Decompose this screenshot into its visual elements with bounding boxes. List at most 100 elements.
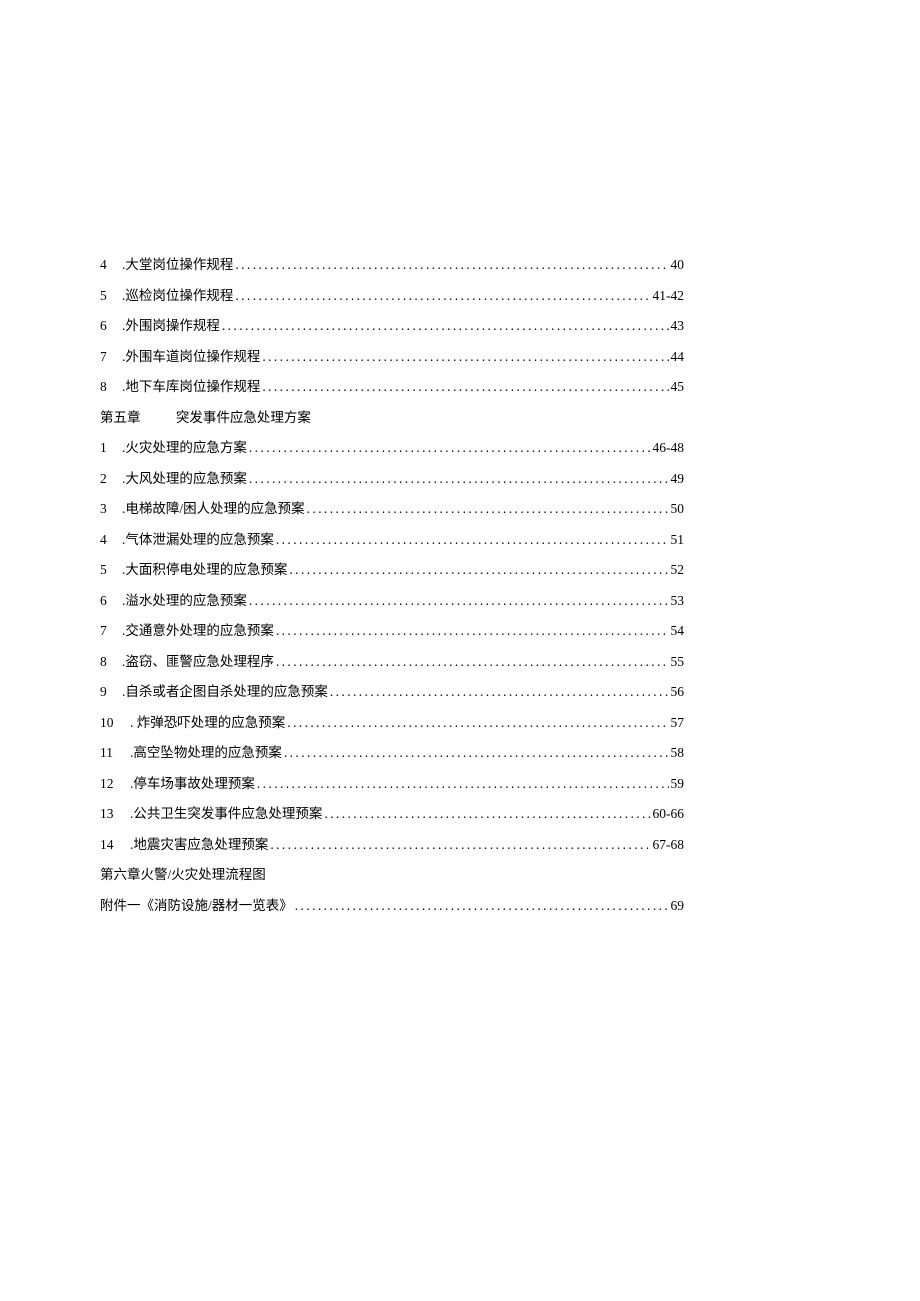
toc-page: 51 — [669, 533, 685, 547]
toc-number: 10 — [100, 716, 130, 730]
toc-page: 53 — [669, 594, 685, 608]
toc-entry: 5 .巡检岗位操作规程 41-42 — [100, 289, 684, 303]
toc-number: 4 — [100, 258, 122, 272]
toc-leader — [274, 533, 669, 547]
toc-title: .大面积停电处理的应急预案 — [122, 563, 287, 577]
toc-title: .溢水处理的应急预案 — [122, 594, 247, 608]
toc-entry: 7 .交通意外处理的应急预案 54 — [100, 624, 684, 638]
toc-page: 44 — [669, 350, 685, 364]
toc-entry: 4 .气体泄漏处理的应急预案 51 — [100, 533, 684, 547]
toc-title: .地下车库岗位操作规程 — [122, 380, 260, 394]
toc-page: 54 — [669, 624, 685, 638]
toc-number: 1 — [100, 441, 122, 455]
toc-page: 41-42 — [651, 289, 685, 303]
toc-page: 56 — [669, 685, 685, 699]
toc-number: 7 — [100, 624, 122, 638]
toc-page: 58 — [669, 746, 685, 760]
toc-leader — [328, 685, 669, 699]
toc-entry: 6 .外围岗操作规程 43 — [100, 319, 684, 333]
toc-title: .大堂岗位操作规程 — [122, 258, 233, 272]
toc-leader — [220, 319, 669, 333]
appendix-entry: 附件一《消防设施/器材一览表》 69 — [100, 899, 684, 913]
toc-leader — [322, 807, 650, 821]
toc-page: 67-68 — [651, 838, 685, 852]
toc-title: . 炸弹恐吓处理的应急预案 — [130, 716, 285, 730]
toc-entry: 8 .地下车库岗位操作规程 45 — [100, 380, 684, 394]
toc-page: 55 — [669, 655, 685, 669]
toc-number: 13 — [100, 807, 130, 821]
toc-page: 59 — [669, 777, 685, 791]
toc-page: 60-66 — [651, 807, 685, 821]
toc-title: .气体泄漏处理的应急预案 — [122, 533, 274, 547]
document-page: 4 .大堂岗位操作规程 40 5 .巡检岗位操作规程 41-42 6 .外围岗操… — [0, 0, 920, 912]
toc-number: 7 — [100, 350, 122, 364]
toc-page: 45 — [669, 380, 685, 394]
toc-number: 8 — [100, 655, 122, 669]
chapter-title: 第六章火警/火灾处理流程图 — [100, 867, 266, 882]
toc-title: .自杀或者企图自杀处理的应急预案 — [122, 685, 328, 699]
toc-number: 12 — [100, 777, 130, 791]
toc-number: 9 — [100, 685, 122, 699]
toc-entry: 10 . 炸弹恐吓处理的应急预案 57 — [100, 716, 684, 730]
toc-entry: 6 .溢水处理的应急预案 53 — [100, 594, 684, 608]
toc-number: 11 — [100, 746, 130, 760]
toc-number: 4 — [100, 533, 122, 547]
toc-number: 2 — [100, 472, 122, 486]
toc-page: 46-48 — [651, 441, 685, 455]
toc-entry: 9 .自杀或者企图自杀处理的应急预案 56 — [100, 685, 684, 699]
toc-page: 52 — [669, 563, 685, 577]
toc-leader — [233, 258, 668, 272]
toc-entry: 12 .停车场事故处理预案 59 — [100, 777, 684, 791]
toc-number: 6 — [100, 319, 122, 333]
toc-page: 40 — [669, 258, 685, 272]
toc-leader — [274, 624, 669, 638]
toc-leader — [247, 441, 651, 455]
toc-number: 14 — [100, 838, 130, 852]
toc-title: .巡检岗位操作规程 — [122, 289, 233, 303]
toc-leader — [268, 838, 650, 852]
chapter-5-heading: 第五章 突发事件应急处理方案 — [100, 411, 684, 425]
chapter-6-heading: 第六章火警/火灾处理流程图 — [100, 868, 684, 882]
toc-leader — [260, 380, 668, 394]
appendix-title: 附件一《消防设施/器材一览表》 — [100, 899, 293, 913]
toc-title: .地震灾害应急处理预案 — [130, 838, 268, 852]
toc-number: 6 — [100, 594, 122, 608]
toc-title: .停车场事故处理预案 — [130, 777, 255, 791]
toc-leader — [274, 655, 669, 669]
toc-entry: 3 .电梯故障/困人处理的应急预案 50 — [100, 502, 684, 516]
toc-page: 57 — [669, 716, 685, 730]
toc-entry: 13 .公共卫生突发事件应急处理预案 60-66 — [100, 807, 684, 821]
toc-title: .火灾处理的应急方案 — [122, 441, 247, 455]
toc-title: .公共卫生突发事件应急处理预案 — [130, 807, 322, 821]
toc-title: .外围车道岗位操作规程 — [122, 350, 260, 364]
toc-leader — [287, 563, 668, 577]
toc-leader — [247, 594, 669, 608]
toc-leader — [305, 502, 669, 516]
toc-title: .外围岗操作规程 — [122, 319, 220, 333]
toc-title: .盗窃、匪警应急处理程序 — [122, 655, 274, 669]
toc-title: .大风处理的应急预案 — [122, 472, 247, 486]
toc-page: 69 — [669, 899, 685, 913]
toc-leader — [260, 350, 668, 364]
toc-entry: 1 .火灾处理的应急方案 46-48 — [100, 441, 684, 455]
chapter-label: 第五章 — [100, 411, 141, 425]
toc-number: 8 — [100, 380, 122, 394]
toc-entry: 5 .大面积停电处理的应急预案 52 — [100, 563, 684, 577]
toc-entry: 14 .地震灾害应急处理预案 67-68 — [100, 838, 684, 852]
toc-entry: 2 .大风处理的应急预案 49 — [100, 472, 684, 486]
toc-entry: 8 .盗窃、匪警应急处理程序 55 — [100, 655, 684, 669]
toc-entry: 4 .大堂岗位操作规程 40 — [100, 258, 684, 272]
toc-page: 49 — [669, 472, 685, 486]
toc-leader — [293, 899, 669, 913]
toc-page: 43 — [669, 319, 685, 333]
toc-leader — [282, 746, 669, 760]
toc-entry: 11 .高空坠物处理的应急预案 58 — [100, 746, 684, 760]
toc-number: 3 — [100, 502, 122, 516]
toc-title: .电梯故障/困人处理的应急预案 — [122, 502, 305, 516]
toc-number: 5 — [100, 563, 122, 577]
toc-leader — [233, 289, 650, 303]
chapter-title: 突发事件应急处理方案 — [176, 411, 311, 425]
toc-entry: 7 .外围车道岗位操作规程 44 — [100, 350, 684, 364]
toc-leader — [247, 472, 669, 486]
toc-title: .交通意外处理的应急预案 — [122, 624, 274, 638]
